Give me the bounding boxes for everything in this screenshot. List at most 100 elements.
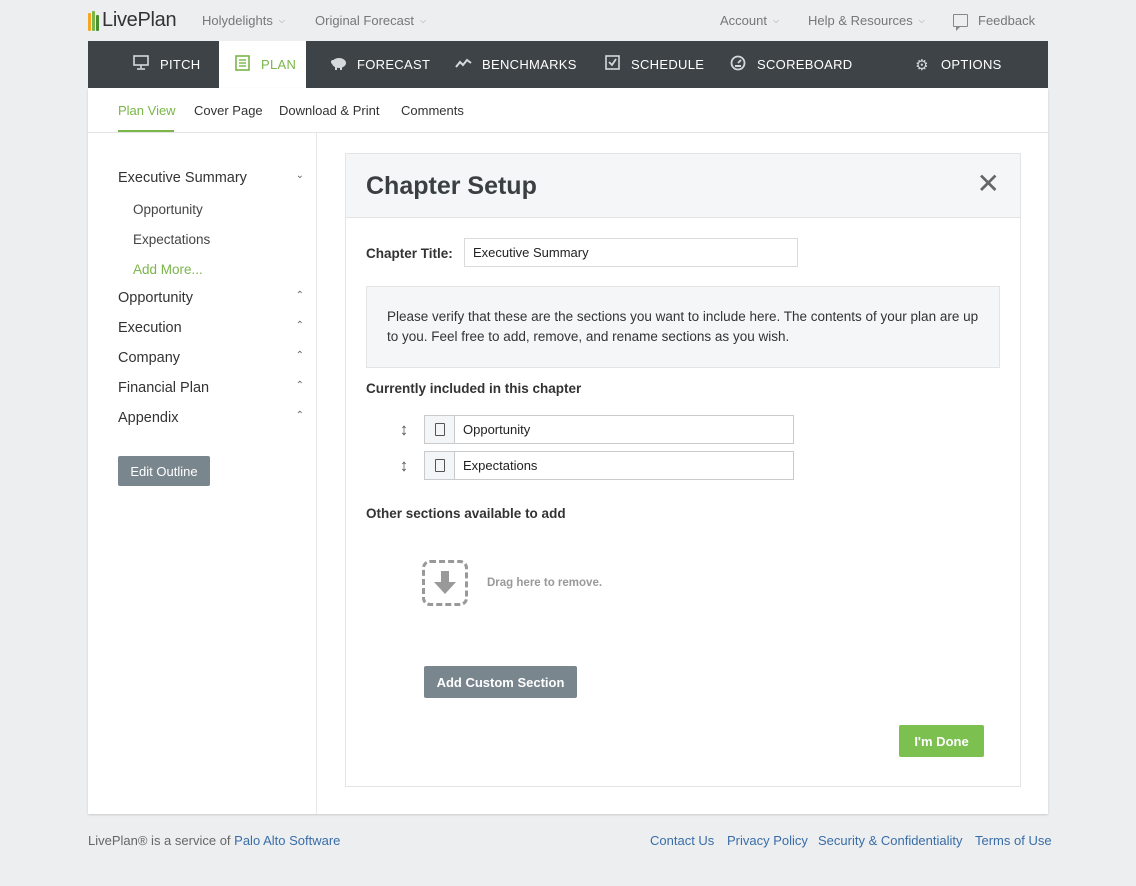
- drag-handle-icon[interactable]: ↕: [398, 457, 410, 474]
- main-card: Plan View Cover Page Download & Print Co…: [88, 88, 1048, 814]
- footer-contact-link[interactable]: Contact Us: [650, 833, 714, 848]
- document-icon[interactable]: [424, 451, 455, 480]
- available-sections-heading: Other sections available to add: [366, 506, 566, 521]
- tab-scoreboard[interactable]: SCOREBOARD: [729, 41, 852, 88]
- chapter-label: Company: [118, 350, 181, 366]
- subnav-cover-page[interactable]: Cover Page: [194, 103, 263, 118]
- included-section-row[interactable]: ↕: [398, 451, 794, 480]
- included-sections-heading: Currently included in this chapter: [366, 381, 582, 396]
- footer-privacy-link[interactable]: Privacy Policy: [727, 833, 808, 848]
- tab-options[interactable]: ⚙ OPTIONS: [913, 41, 1002, 88]
- sidebar-chapter-appendix[interactable]: Appendix ⌃: [118, 410, 304, 426]
- chevron-down-icon: ⌵: [918, 15, 925, 25]
- notebook-icon: [233, 54, 251, 75]
- tab-label: OPTIONS: [941, 57, 1002, 72]
- subnav-plan-view[interactable]: Plan View: [118, 103, 176, 118]
- drag-handle-icon[interactable]: ↕: [398, 421, 410, 438]
- checkbox-icon: [603, 55, 621, 74]
- chevron-up-icon[interactable]: ⌃: [296, 290, 304, 301]
- panel-title: Chapter Setup: [366, 172, 537, 200]
- chapter-label: Opportunity: [118, 290, 193, 306]
- piggy-bank-icon: [329, 56, 347, 74]
- forecast-label: Original Forecast: [315, 13, 414, 28]
- help-label: Help & Resources: [808, 13, 913, 28]
- section-name-input[interactable]: [455, 451, 794, 480]
- subnav-download-print[interactable]: Download & Print: [279, 103, 379, 118]
- chapter-title-label: Chapter Title:: [366, 246, 453, 261]
- chapter-label: Appendix: [118, 410, 179, 426]
- footer-security-link[interactable]: Security & Confidentiality: [818, 833, 963, 848]
- document-icon[interactable]: [424, 415, 455, 444]
- arrow-down-icon: [434, 571, 456, 594]
- chapter-label: Financial Plan: [118, 380, 210, 396]
- chapter-label: Executive Summary: [118, 170, 247, 186]
- sidebar-chapter-execution[interactable]: Execution ⌃: [118, 320, 304, 336]
- tab-benchmarks[interactable]: BENCHMARKS: [454, 41, 577, 88]
- liveplan-logo[interactable]: LivePlan: [88, 9, 177, 32]
- add-custom-section-button[interactable]: Add Custom Section: [424, 666, 577, 698]
- sidebar-section-expectations[interactable]: Expectations: [133, 232, 210, 247]
- logo-bars-icon: [88, 10, 100, 31]
- tab-label: BENCHMARKS: [482, 57, 577, 72]
- tab-label: PITCH: [160, 57, 201, 72]
- gauge-icon: [729, 55, 747, 75]
- chevron-up-icon[interactable]: ⌃: [296, 320, 304, 331]
- section-name-input[interactable]: [455, 415, 794, 444]
- feedback-label: Feedback: [978, 13, 1036, 28]
- tab-plan[interactable]: PLAN: [219, 41, 306, 88]
- company-label: Holydelights: [202, 13, 273, 28]
- tab-label: SCOREBOARD: [757, 57, 853, 72]
- tab-label: FORECAST: [357, 57, 431, 72]
- footer-terms-link[interactable]: Terms of Use: [975, 833, 1052, 848]
- sidebar-chapter-opportunity[interactable]: Opportunity ⌃: [118, 290, 304, 306]
- account-label: Account: [720, 13, 767, 28]
- chapter-setup-panel: Chapter Setup ✕ Chapter Title: Please ve…: [345, 153, 1021, 787]
- service-text: LivePlan® is a service of: [88, 833, 231, 848]
- tab-pitch[interactable]: PITCH: [132, 41, 201, 88]
- chevron-down-icon[interactable]: ⌄: [296, 170, 304, 181]
- monitor-icon: [132, 55, 150, 74]
- tab-label: SCHEDULE: [631, 57, 705, 72]
- remove-dropzone[interactable]: [422, 560, 468, 606]
- feedback-link[interactable]: Feedback: [953, 13, 1036, 31]
- drag-to-remove-text: Drag here to remove.: [487, 577, 603, 589]
- sidebar-chapter-executive-summary[interactable]: Executive Summary ⌄: [118, 170, 304, 186]
- trend-line-icon: [454, 56, 472, 73]
- company-dropdown[interactable]: Holydelights ⌵: [202, 13, 285, 28]
- plan-subnav: Plan View Cover Page Download & Print Co…: [88, 88, 1048, 133]
- tab-schedule[interactable]: SCHEDULE: [603, 41, 704, 88]
- chevron-up-icon[interactable]: ⌃: [296, 350, 304, 361]
- sidebar-section-opportunity[interactable]: Opportunity: [133, 202, 203, 217]
- panel-header: Chapter Setup ✕: [346, 154, 1020, 218]
- help-dropdown[interactable]: Help & Resources ⌵: [808, 13, 925, 28]
- im-done-button[interactable]: I'm Done: [899, 725, 984, 757]
- main-tabs: PITCH PLAN FORECAST BENCHMARKS SCHEDULE …: [88, 41, 1048, 88]
- close-icon[interactable]: ✕: [977, 170, 1000, 198]
- chevron-up-icon[interactable]: ⌃: [296, 410, 304, 421]
- outline-sidebar: Executive Summary ⌄ Opportunity Expectat…: [88, 133, 317, 814]
- subnav-comments[interactable]: Comments: [401, 103, 464, 118]
- included-section-row[interactable]: ↕: [398, 415, 794, 444]
- feedback-icon: [953, 14, 968, 31]
- footer-service-text: LivePlan® is a service of Palo Alto Soft…: [88, 833, 340, 848]
- top-bar: LivePlan Holydelights ⌵ Original Forecast…: [88, 0, 1048, 41]
- edit-outline-button[interactable]: Edit Outline: [118, 456, 210, 486]
- account-dropdown[interactable]: Account ⌵: [720, 13, 779, 28]
- sidebar-chapter-company[interactable]: Company ⌃: [118, 350, 304, 366]
- active-subnav-indicator: [118, 130, 174, 132]
- palo-alto-link[interactable]: Palo Alto Software: [234, 833, 340, 848]
- chevron-down-icon: ⌵: [278, 15, 285, 25]
- chapter-label: Execution: [118, 320, 182, 336]
- info-box: Please verify that these are the section…: [366, 286, 1000, 368]
- logo-text: LivePlan: [102, 9, 177, 31]
- chevron-down-icon: ⌵: [772, 15, 780, 25]
- sidebar-chapter-financial-plan[interactable]: Financial Plan ⌃: [118, 380, 304, 396]
- chevron-up-icon[interactable]: ⌃: [296, 380, 304, 391]
- sidebar-add-more-link[interactable]: Add More...: [133, 262, 203, 277]
- tab-label: PLAN: [261, 57, 297, 72]
- gear-icon: ⚙: [915, 56, 929, 74]
- chapter-title-input[interactable]: [464, 238, 798, 267]
- tab-forecast[interactable]: FORECAST: [329, 41, 430, 88]
- forecast-dropdown[interactable]: Original Forecast ⌵: [315, 13, 426, 28]
- chevron-down-icon: ⌵: [419, 15, 427, 25]
